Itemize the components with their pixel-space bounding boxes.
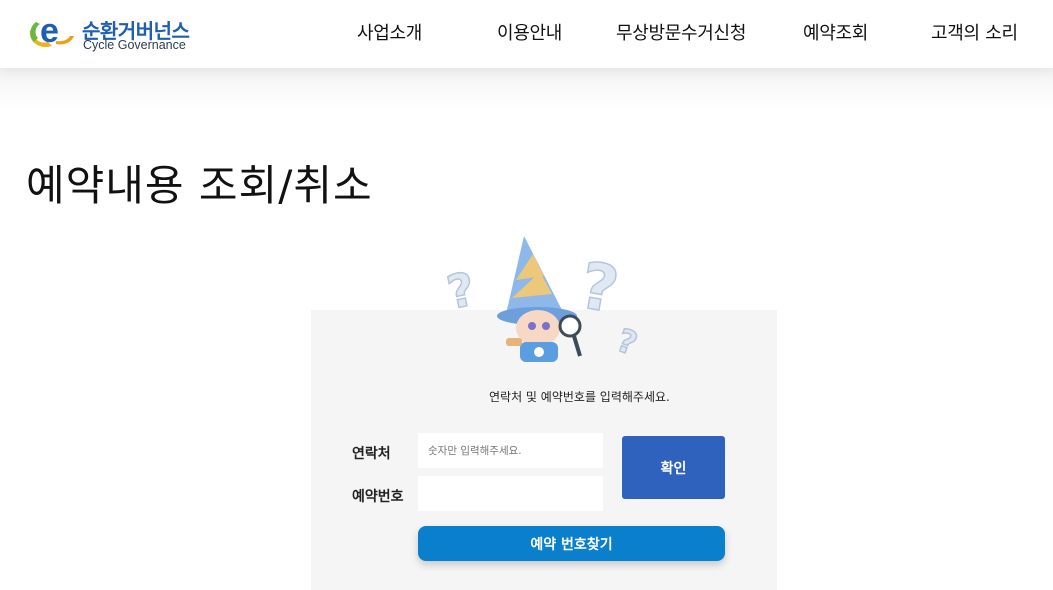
find-reservation-number-button[interactable]: 예약 번호찾기 [418,526,725,561]
mascot-wizard-illustration: ? ? ? [442,236,643,362]
contact-label: 연락처 [352,446,391,462]
page-title: 예약내용 조회/취소 [26,161,373,211]
contact-input[interactable] [418,433,603,468]
svg-text:?: ? [612,321,642,362]
nav-item-free-pickup[interactable]: 무상방문수거신청 [616,19,746,45]
nav-item-reservation-lookup[interactable]: 예약조회 [803,19,868,45]
main-nav: 사업소개 이용안내 무상방문수거신청 예약조회 고객의 소리 [0,19,1053,49]
header-shadow-band [0,68,1053,110]
nav-item-guide[interactable]: 이용안내 [497,19,562,45]
instruction-text: 연락처 및 예약번호를 입력해주세요. [489,390,670,404]
reservation-number-label: 예약번호 [352,489,404,505]
site-header: e 순환거버넌스 Cycle Governance 사업소개 이용안내 무상방문… [0,0,1053,68]
confirm-button[interactable]: 확인 [622,436,725,499]
nav-item-customer-voice[interactable]: 고객의 소리 [931,19,1018,45]
nav-item-about[interactable]: 사업소개 [357,19,422,45]
reservation-number-input[interactable] [418,476,603,511]
svg-text:?: ? [574,249,623,328]
svg-text:?: ? [442,262,479,320]
